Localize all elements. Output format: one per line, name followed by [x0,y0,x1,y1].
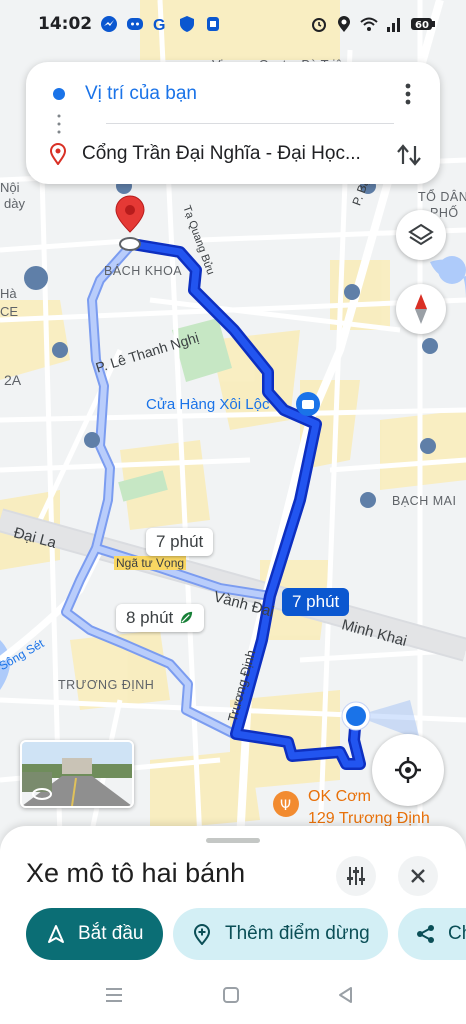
route-alt-time-1[interactable]: 7 phút [146,528,214,556]
destination-field[interactable]: Cổng Trần Đại Nghĩa - Đại Học... [26,126,440,182]
compass-button[interactable] [396,284,446,334]
more-options-button[interactable] [396,76,420,112]
layers-icon [408,223,434,246]
close-button[interactable] [398,856,438,896]
map-label-noi: Nội [0,180,20,195]
messenger-icon [101,16,118,32]
origin-text: Vị trí của bạn [85,83,197,104]
origin-field[interactable]: Vị trí của bạn [26,66,440,122]
route-alt-time-2-label: 8 phút [126,608,174,627]
map-label-xoi-loc[interactable]: Cửa Hàng Xôi Lộc [146,396,269,413]
svg-text:G: G [153,17,165,33]
map-label-truong-dinh-area: TRƯƠNG ĐỊNH [58,678,155,692]
map-label-ha: Hà [0,286,17,301]
location-icon [338,16,350,32]
battery-icon: 60 [411,18,435,31]
start-navigation-button[interactable]: Bắt đầu [26,908,163,960]
add-location-icon [193,924,211,945]
my-location-icon [395,757,421,783]
route-alt-time-2[interactable]: 8 phút [116,604,205,632]
drag-handle[interactable] [206,838,260,843]
google-icon: G [153,17,165,33]
close-icon [411,869,425,883]
back-icon[interactable] [336,986,354,1004]
navigation-arrow-icon [48,925,64,943]
street-view-thumbnail[interactable] [20,740,134,808]
status-bar: 14:02 G 60 [0,0,466,48]
destination-pin-icon [50,143,66,165]
battery-level: 60 [415,20,429,31]
directions-search-card: Vị trí của bạn Cổng Trần Đại Nghĩa - Đại… [26,62,440,184]
route-main-time[interactable]: 7 phút [282,588,350,616]
alarm-icon [312,18,326,32]
street-view-image [22,742,132,806]
map-label-ce: CE [0,304,19,319]
bottom-sheet: Xe mô tô hai bánh Bắt đầu Thêm điểm dừng… [0,826,466,976]
wifi-icon [360,17,378,31]
tune-icon [347,867,365,885]
map-label-bach-khoa: BÁCH KHOA [104,264,183,278]
map-label-nga-tu-vong: Ngã tư Vọng [114,556,187,570]
travel-mode-title: Xe mô tô hai bánh [26,858,246,888]
share-icon [417,925,434,943]
origin-dot-icon [53,88,65,100]
shield-icon [180,16,195,32]
message-icon [207,17,220,31]
svg-text:Ψ: Ψ [280,798,291,814]
map-label-ok-com[interactable]: OK Cơm [308,788,371,806]
eco-leaf-icon [181,611,193,624]
map-label-2a: 2A [4,372,22,388]
share-button[interactable]: Ch [398,908,466,960]
signal-icon [387,18,400,32]
more-vert-icon [405,83,411,105]
route-options-button[interactable] [336,856,376,896]
search-divider [106,123,394,124]
start-label: Bắt đầu [78,923,144,944]
discord-icon [127,18,144,30]
map-label-to-dan: TỔ DÂN [418,190,466,204]
layers-button[interactable] [396,210,446,260]
share-label: Ch [448,923,466,944]
add-stop-label: Thêm điểm dừng [225,923,370,944]
compass-icon [415,294,427,324]
map-label-day: dày [4,196,25,211]
recents-menu-icon[interactable] [104,986,124,1004]
maps-app: Ψ Vincom Center Bà Triệu BÁCH KHOA P. Lê… [0,0,466,1024]
status-time: 14:02 [38,14,93,34]
destination-text: Cổng Trần Đại Nghĩa - Đại Học... [82,143,361,164]
home-icon[interactable] [222,986,240,1004]
my-location-button[interactable] [372,734,444,806]
map-label-bach-mai-area: BẠCH MAI [392,494,457,508]
add-stop-button[interactable]: Thêm điểm dừng [173,908,388,960]
system-nav-bar [0,966,466,1024]
swap-icon[interactable] [394,140,424,170]
